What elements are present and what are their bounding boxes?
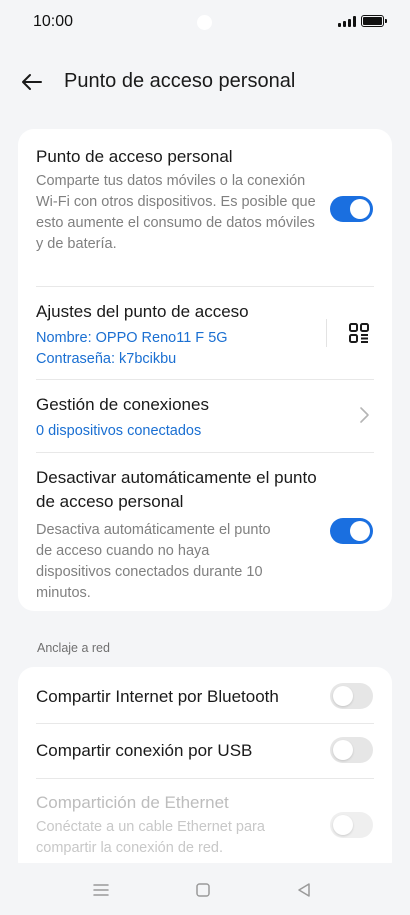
front-camera xyxy=(197,15,212,30)
page-title: Punto de acceso personal xyxy=(64,70,296,92)
back-triangle-icon[interactable] xyxy=(293,879,315,901)
auto-off-toggle[interactable] xyxy=(330,518,373,544)
back-arrow-icon[interactable] xyxy=(20,70,44,94)
navigation-bar xyxy=(0,863,410,915)
tethering-section-label: Anclaje a red xyxy=(37,641,110,655)
usb-row[interactable]: Compartir conexión por USB xyxy=(36,739,326,762)
divider xyxy=(36,452,374,453)
ethernet-toggle xyxy=(330,812,373,838)
auto-off-description: Desactiva automáticamente el punto de ac… xyxy=(36,522,271,601)
divider xyxy=(36,286,374,287)
usb-toggle[interactable] xyxy=(330,737,373,763)
status-time: 10:00 xyxy=(33,13,74,30)
bluetooth-title: Compartir Internet por Bluetooth xyxy=(36,687,279,706)
signal-icon xyxy=(338,15,356,27)
divider xyxy=(36,723,374,724)
connections-row[interactable]: Gestión de conexiones 0 dispositivos con… xyxy=(36,393,336,442)
battery-icon xyxy=(361,15,387,27)
ethernet-row: Compartición de Ethernet Conéctate a un … xyxy=(36,791,306,859)
ethernet-description: Conéctate a un cable Ethernet para compa… xyxy=(36,819,265,856)
ethernet-title: Compartición de Ethernet xyxy=(36,793,229,812)
hotspot-card: Punto de acceso personal Comparte tus da… xyxy=(18,129,392,611)
hotspot-settings-title: Ajustes del punto de acceso xyxy=(36,302,249,321)
hotspot-description: Comparte tus datos móviles o la conexión… xyxy=(36,173,316,252)
chevron-right-icon xyxy=(360,407,369,423)
menu-icon[interactable] xyxy=(90,879,112,901)
hotspot-password: Contraseña: k7bcikbu xyxy=(36,351,177,367)
qr-divider xyxy=(326,319,327,347)
connections-title: Gestión de conexiones xyxy=(36,395,209,414)
divider xyxy=(36,379,374,380)
screen: 10:00 Punto de acceso personal Punto de … xyxy=(0,0,410,915)
hotspot-settings-row[interactable]: Ajustes del punto de acceso Nombre: OPPO… xyxy=(36,300,316,370)
hotspot-title: Punto de acceso personal xyxy=(36,147,233,166)
auto-off-row[interactable]: Desactivar automáticamente el punto de a… xyxy=(36,466,318,604)
qr-code-icon[interactable] xyxy=(348,322,370,344)
connections-subtitle: 0 dispositivos conectados xyxy=(36,423,202,439)
hotspot-toggle[interactable] xyxy=(330,196,373,222)
bluetooth-toggle[interactable] xyxy=(330,683,373,709)
status-bar: 10:00 xyxy=(0,0,410,46)
hotspot-name: Nombre: OPPO Reno11 F 5G xyxy=(36,330,228,346)
tethering-card: Compartir Internet por Bluetooth Compart… xyxy=(18,667,392,877)
auto-off-title: Desactivar automáticamente el punto de a… xyxy=(36,468,317,511)
divider xyxy=(36,778,374,779)
status-icons xyxy=(338,15,387,27)
home-icon[interactable] xyxy=(192,879,214,901)
bluetooth-row[interactable]: Compartir Internet por Bluetooth xyxy=(36,685,326,708)
header: Punto de acceso personal xyxy=(0,62,410,102)
usb-title: Compartir conexión por USB xyxy=(36,741,253,760)
hotspot-row[interactable]: Punto de acceso personal Comparte tus da… xyxy=(36,145,316,255)
